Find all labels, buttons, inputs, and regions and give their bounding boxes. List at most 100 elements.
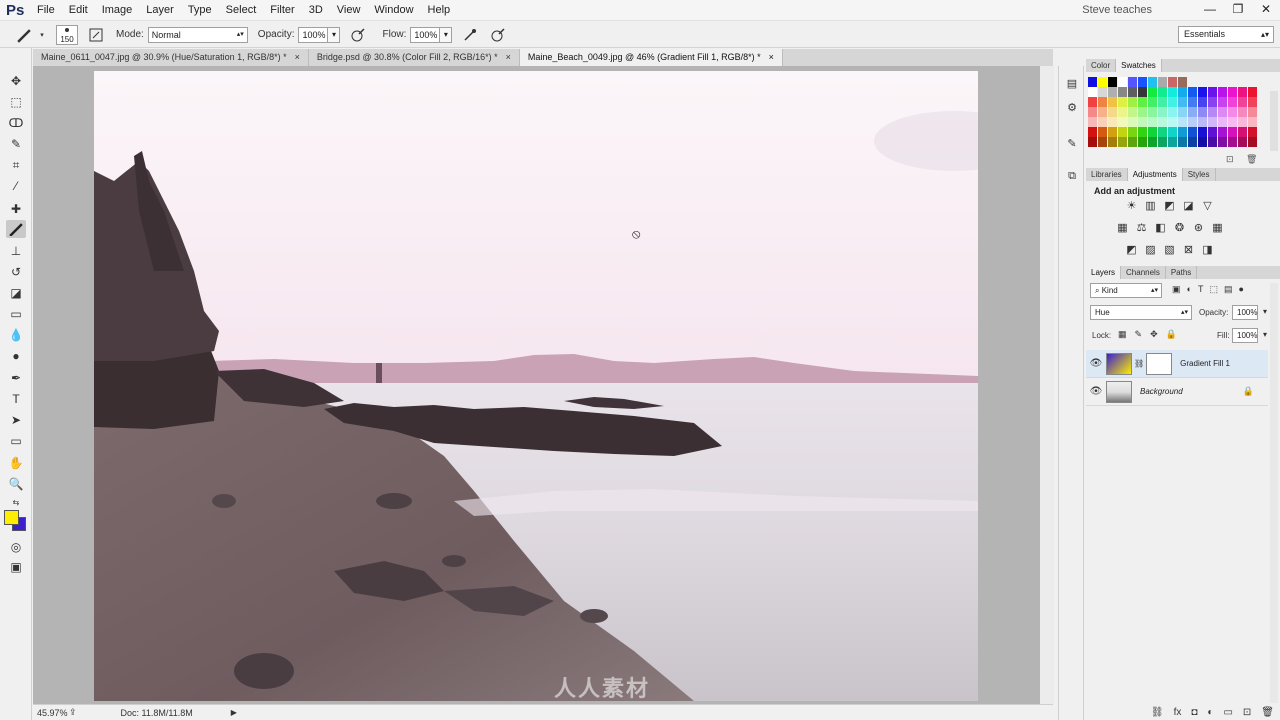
pressure-opacity-icon[interactable] — [348, 25, 368, 45]
color-swatch[interactable] — [1108, 127, 1118, 137]
zoom-level[interactable]: 45.97% — [33, 708, 69, 718]
color-lookup-icon[interactable]: ▦ — [1208, 221, 1227, 236]
color-swatch[interactable] — [1158, 87, 1168, 97]
color-swatch[interactable] — [1228, 117, 1238, 127]
color-swatch[interactable] — [1178, 137, 1188, 147]
color-swatch[interactable] — [1098, 87, 1108, 97]
color-swatch[interactable] — [1118, 87, 1128, 97]
tab-libraries[interactable]: Libraries — [1086, 168, 1128, 181]
color-swatch[interactable] — [1108, 97, 1118, 107]
foreground-color-swatch[interactable] — [4, 510, 19, 525]
maximize-button[interactable]: ❐ — [1224, 0, 1252, 18]
color-swatch[interactable] — [1128, 107, 1138, 117]
color-swatch[interactable] — [1138, 127, 1148, 137]
selective-color-icon[interactable]: ⊠ — [1179, 243, 1198, 258]
color-balance-icon[interactable]: ⚖ — [1132, 221, 1151, 236]
color-swatch[interactable] — [1218, 137, 1228, 147]
move-tool-icon[interactable]: ✥ — [6, 72, 26, 90]
path-select-tool-icon[interactable]: ➤ — [6, 411, 26, 429]
menu-edit[interactable]: Edit — [62, 4, 95, 16]
color-swatch[interactable] — [1228, 107, 1238, 117]
color-swatch[interactable] — [1108, 87, 1118, 97]
color-swatch[interactable] — [1208, 87, 1218, 97]
color-swatch[interactable] — [1228, 97, 1238, 107]
menu-help[interactable]: Help — [421, 4, 458, 16]
filter-pixel-icon[interactable]: ▣ — [1172, 284, 1181, 295]
shape-tool-icon[interactable]: ▭ — [6, 432, 26, 450]
menu-file[interactable]: File — [30, 4, 62, 16]
brightness-contrast-icon[interactable]: ☀ — [1122, 199, 1141, 214]
brush-tool-icon[interactable] — [6, 220, 26, 238]
photo-filter-icon[interactable]: ❂ — [1170, 221, 1189, 236]
color-swatch[interactable] — [1158, 127, 1168, 137]
tab-channels[interactable]: Channels — [1121, 266, 1166, 279]
fx-icon[interactable]: fx — [1174, 707, 1182, 718]
pressure-size-icon[interactable] — [488, 25, 508, 45]
color-swatch[interactable] — [1118, 127, 1128, 137]
color-swatch[interactable] — [1248, 107, 1258, 117]
filter-shape-icon[interactable]: ⬚ — [1209, 284, 1218, 295]
color-swatch[interactable] — [1158, 97, 1168, 107]
blend-mode-select[interactable]: Hue ▴▾ — [1090, 305, 1192, 320]
color-swatch[interactable] — [1188, 87, 1198, 97]
opacity-dropdown[interactable]: ▾ — [327, 26, 341, 43]
trash-icon[interactable]: 🗑 — [1246, 154, 1257, 165]
color-swatch[interactable] — [1168, 137, 1178, 147]
hue-saturation-icon[interactable]: ▦ — [1113, 221, 1132, 236]
menu-window[interactable]: Window — [367, 4, 420, 16]
clone-stamp-tool-icon[interactable]: ⊥ — [6, 242, 26, 260]
color-swatch[interactable] — [1238, 127, 1248, 137]
color-swatch[interactable] — [1238, 107, 1248, 117]
flow-input[interactable]: 100% — [410, 26, 441, 43]
color-swatch[interactable] — [1238, 117, 1248, 127]
color-swatch[interactable] — [1208, 137, 1218, 147]
exposure-icon[interactable]: ◪ — [1179, 199, 1198, 214]
tab-color[interactable]: Color — [1086, 59, 1117, 72]
color-swatch[interactable] — [1208, 107, 1218, 117]
menu-select[interactable]: Select — [219, 4, 264, 16]
adjustment-layer-icon[interactable]: ◐ — [1207, 707, 1213, 718]
color-swatch[interactable] — [1138, 107, 1148, 117]
eraser-tool-icon[interactable]: ◪ — [6, 284, 26, 302]
color-swatch[interactable] — [1158, 77, 1168, 87]
brush-size-picker[interactable]: 150 — [56, 24, 78, 45]
filter-type-icon[interactable]: T — [1198, 284, 1204, 295]
color-swatch[interactable] — [1218, 87, 1228, 97]
color-swatch[interactable] — [1128, 127, 1138, 137]
color-swatch[interactable] — [1188, 137, 1198, 147]
color-swatch[interactable] — [1148, 127, 1158, 137]
curves-icon[interactable]: ◩ — [1160, 199, 1179, 214]
tab-layers[interactable]: Layers — [1086, 266, 1122, 279]
history-panel-icon[interactable]: ▤ — [1064, 76, 1080, 92]
crop-tool-icon[interactable]: ⌗ — [6, 156, 26, 174]
color-swatch[interactable] — [1088, 137, 1098, 147]
color-swatch[interactable] — [1208, 97, 1218, 107]
lock-all-icon[interactable]: 🔒 — [1166, 329, 1177, 340]
eye-icon[interactable]: 👁 — [1086, 386, 1106, 397]
tab-swatches[interactable]: Swatches — [1116, 59, 1162, 72]
quick-select-tool-icon[interactable]: ✎ — [6, 135, 26, 153]
lock-position-icon[interactable]: ✥ — [1150, 329, 1158, 340]
color-swatch[interactable] — [1118, 107, 1128, 117]
vibrance-icon[interactable]: ▽ — [1198, 199, 1217, 214]
properties-panel-icon[interactable]: ⚙ — [1064, 100, 1080, 116]
color-swatch[interactable] — [1238, 97, 1248, 107]
color-swatch[interactable] — [1178, 107, 1188, 117]
color-swatch[interactable] — [1238, 137, 1248, 147]
color-swatch[interactable] — [1238, 87, 1248, 97]
color-swatch[interactable] — [1198, 117, 1208, 127]
color-swatch[interactable] — [1248, 127, 1258, 137]
color-swatch[interactable] — [1128, 117, 1138, 127]
color-swatch[interactable] — [1138, 87, 1148, 97]
color-swatch[interactable] — [1148, 137, 1158, 147]
color-swatch[interactable] — [1168, 97, 1178, 107]
color-swatch[interactable] — [1178, 77, 1188, 87]
blur-tool-icon[interactable]: 💧 — [6, 326, 26, 344]
airbrush-icon[interactable] — [460, 25, 480, 45]
filter-smart-icon[interactable]: ▤ — [1224, 284, 1233, 295]
posterize-icon[interactable]: ▨ — [1141, 243, 1160, 258]
zoom-tool-icon[interactable]: 🔍 — [6, 475, 26, 493]
color-swatch[interactable] — [1148, 117, 1158, 127]
color-swatch[interactable] — [1138, 137, 1148, 147]
color-swatch[interactable] — [1168, 127, 1178, 137]
